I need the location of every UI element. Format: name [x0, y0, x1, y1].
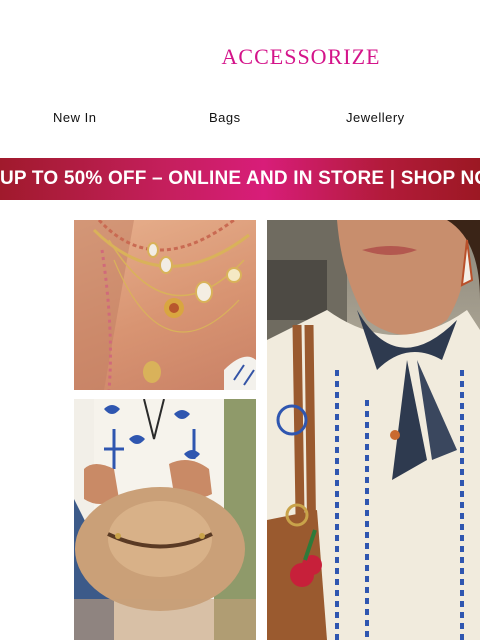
promo-banner[interactable]: UP TO 50% OFF – ONLINE AND IN STORE | SH…: [0, 158, 480, 200]
straw-fedora-hat-image: [74, 399, 256, 640]
main-nav: New In Bags Jewellery: [0, 110, 480, 128]
necklaces-image-tile[interactable]: [74, 220, 256, 390]
promo-text: UP TO 50% OFF – ONLINE AND IN STORE | SH…: [0, 168, 480, 189]
model-image-tile[interactable]: [267, 220, 480, 640]
hat-image-tile[interactable]: [74, 399, 256, 640]
brand-logo[interactable]: ACCESSORIZE: [0, 44, 480, 70]
layered-gold-necklaces-image: [74, 220, 256, 390]
nav-item-new-in[interactable]: New In: [53, 110, 96, 125]
nav-item-bags[interactable]: Bags: [209, 110, 241, 125]
nav-item-jewellery[interactable]: Jewellery: [346, 110, 405, 125]
model-with-bandana-and-bag-image: [267, 220, 480, 640]
